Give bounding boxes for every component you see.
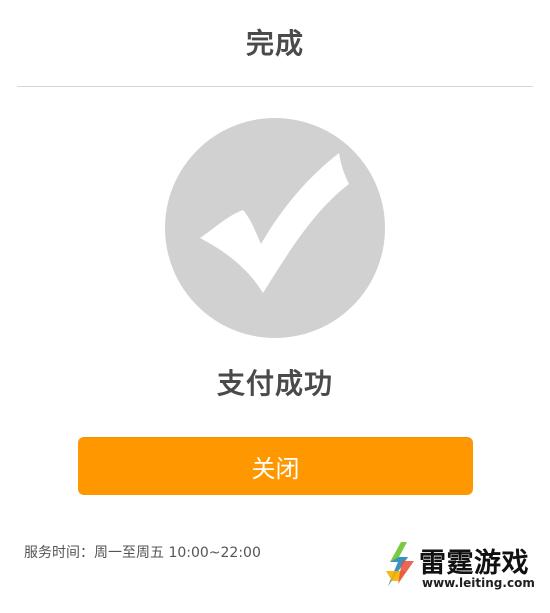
lightning-icon (380, 538, 418, 596)
service-hours-text: 服务时间：周一至周五 10:00~22:00 (24, 545, 261, 561)
close-button[interactable]: 关闭 (78, 437, 473, 495)
checkmark-circle-icon (165, 118, 385, 338)
watermark-brand-name: 雷霆游戏 (419, 548, 529, 579)
payment-success-text: 支付成功 (216, 367, 333, 400)
page-title: 完成 (245, 27, 304, 60)
header: 完成 (0, 0, 550, 86)
watermark-url: www.leiting.com (422, 576, 535, 590)
header-divider (17, 86, 533, 87)
leiting-watermark: 雷霆游戏 www.leiting.com (380, 538, 540, 596)
